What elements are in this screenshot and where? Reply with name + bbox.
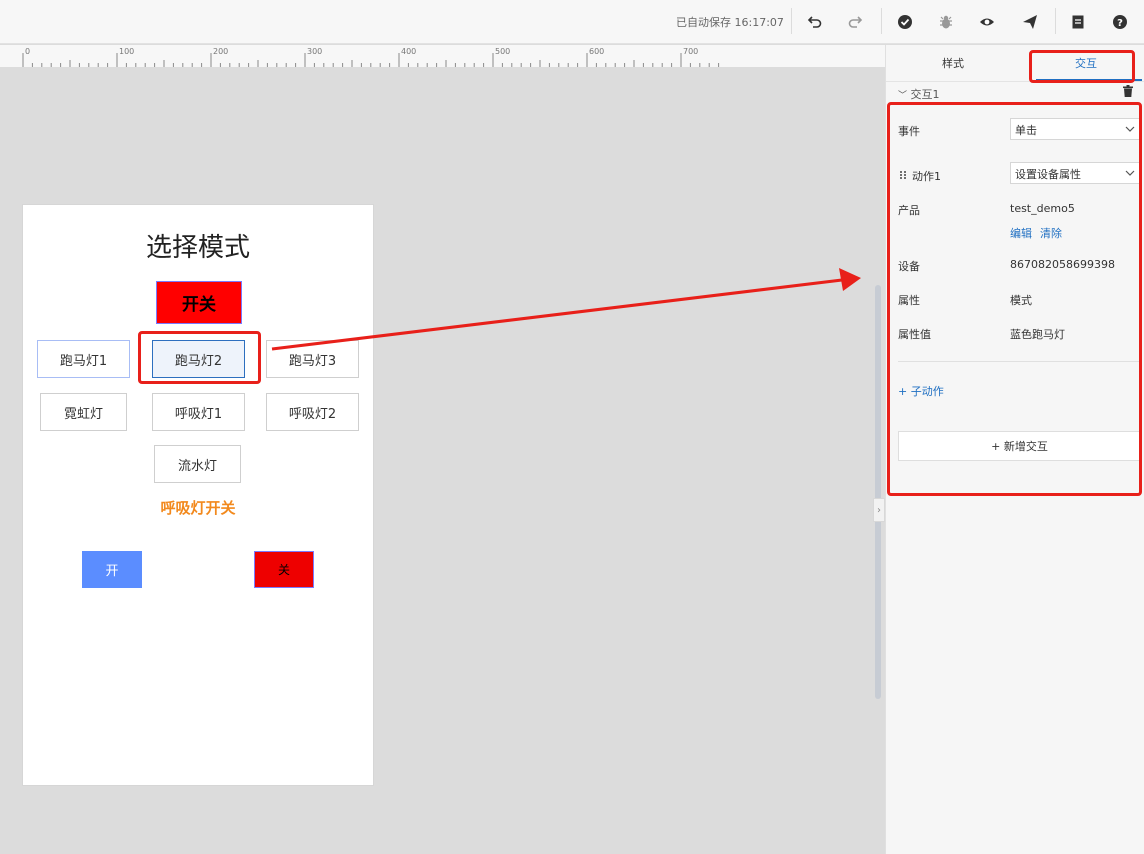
- trash-icon[interactable]: [1122, 85, 1134, 97]
- check-icon[interactable]: [895, 12, 915, 32]
- autosave-status: 已自动保存 16:17:07: [676, 16, 784, 29]
- top-toolbar: 已自动保存 16:17:07 ?: [0, 0, 1144, 44]
- ruler-ticks: 0 100 200 300 400 500 600 700: [22, 47, 720, 67]
- mode-button-neon[interactable]: 霓虹灯: [40, 393, 127, 431]
- bug-icon[interactable]: [936, 12, 956, 32]
- mode-button-flowing[interactable]: 流水灯: [154, 445, 241, 483]
- drag-handle-icon[interactable]: [899, 170, 907, 180]
- on-button[interactable]: 开: [82, 551, 142, 588]
- ruler-tick-label: 600: [589, 47, 604, 56]
- interaction-title: 交互1: [910, 88, 940, 101]
- page-title: 选择模式: [145, 233, 250, 263]
- tab-style[interactable]: 样式: [942, 55, 964, 71]
- ruler-tick-label: 300: [307, 47, 322, 56]
- properties-panel: 样式 交互 ﹀ 交互1 事件 单击 动作1 设置设备属性 产品 test_dem…: [885, 45, 1144, 854]
- mode-button-marquee-1[interactable]: 跑马灯1: [37, 340, 130, 378]
- action-select[interactable]: 设置设备属性: [1010, 162, 1140, 184]
- property-value-value: 蓝色跑马灯: [1010, 328, 1065, 341]
- canvas-scrollbar[interactable]: [875, 285, 881, 699]
- product-value: test_demo5: [1010, 202, 1075, 215]
- ruler-tick-label: 200: [213, 47, 228, 56]
- chevron-down-icon: [1125, 126, 1135, 132]
- action-select-value: 设置设备属性: [1015, 168, 1081, 181]
- section-divider: [898, 361, 1142, 362]
- device-label: 设备: [898, 260, 920, 273]
- horizontal-ruler: 0 100 200 300 400 500 600 700: [0, 45, 885, 67]
- action-label: 动作1: [912, 170, 941, 183]
- help-icon[interactable]: ?: [1110, 12, 1130, 32]
- toolbar-divider: [881, 8, 882, 34]
- collapse-panel-handle[interactable]: ›: [873, 498, 885, 522]
- phone-canvas[interactable]: 选择模式 开关 跑马灯1 跑马灯2 跑马灯3 霓虹灯 呼吸灯1 呼吸灯2 流水灯…: [22, 204, 374, 786]
- interaction-header[interactable]: ﹀ 交互1: [898, 86, 940, 102]
- mode-button-marquee-3[interactable]: 跑马灯3: [266, 340, 359, 378]
- redo-icon[interactable]: [845, 12, 865, 32]
- tabs-divider: [886, 81, 1144, 82]
- mode-button-breath-1[interactable]: 呼吸灯1: [152, 393, 245, 431]
- ruler-tick-label: 700: [683, 47, 698, 56]
- ruler-tick-label: 400: [401, 47, 416, 56]
- ruler-tick-label: 0: [25, 47, 30, 56]
- ruler-tick-label: 500: [495, 47, 510, 56]
- edit-product-link[interactable]: 编辑: [1010, 225, 1032, 241]
- switch-button[interactable]: 开关: [156, 281, 242, 324]
- product-label: 产品: [898, 204, 920, 217]
- toolbar-divider: [791, 8, 792, 34]
- chevron-right-icon: ›: [877, 504, 881, 516]
- event-select-value: 单击: [1015, 124, 1037, 137]
- document-icon[interactable]: [1068, 12, 1088, 32]
- eye-icon[interactable]: [977, 12, 997, 32]
- chevron-down-icon: ﹀: [898, 91, 908, 101]
- chevron-down-icon: [1125, 170, 1135, 176]
- event-select[interactable]: 单击: [1010, 118, 1140, 140]
- property-value-label: 属性值: [898, 328, 931, 341]
- mode-button-marquee-2[interactable]: 跑马灯2: [152, 340, 245, 378]
- device-value: 867082058699398: [1010, 258, 1115, 271]
- clear-product-link[interactable]: 清除: [1040, 225, 1062, 241]
- property-label: 属性: [898, 294, 920, 307]
- send-icon[interactable]: [1020, 12, 1040, 32]
- svg-text:?: ?: [1117, 18, 1123, 29]
- mode-button-breath-2[interactable]: 呼吸灯2: [266, 393, 359, 431]
- toolbar-divider: [1055, 8, 1056, 34]
- property-value: 模式: [1010, 294, 1032, 307]
- tab-interaction[interactable]: 交互: [1075, 55, 1097, 71]
- add-sub-action-link[interactable]: + 子动作: [898, 383, 944, 399]
- off-button[interactable]: 关: [254, 551, 314, 588]
- undo-icon[interactable]: [805, 12, 825, 32]
- ruler-tick-label: 100: [119, 47, 134, 56]
- event-label: 事件: [898, 125, 920, 138]
- breath-switch-label: 呼吸灯开关: [160, 499, 236, 517]
- add-interaction-button[interactable]: + 新增交互: [898, 431, 1141, 461]
